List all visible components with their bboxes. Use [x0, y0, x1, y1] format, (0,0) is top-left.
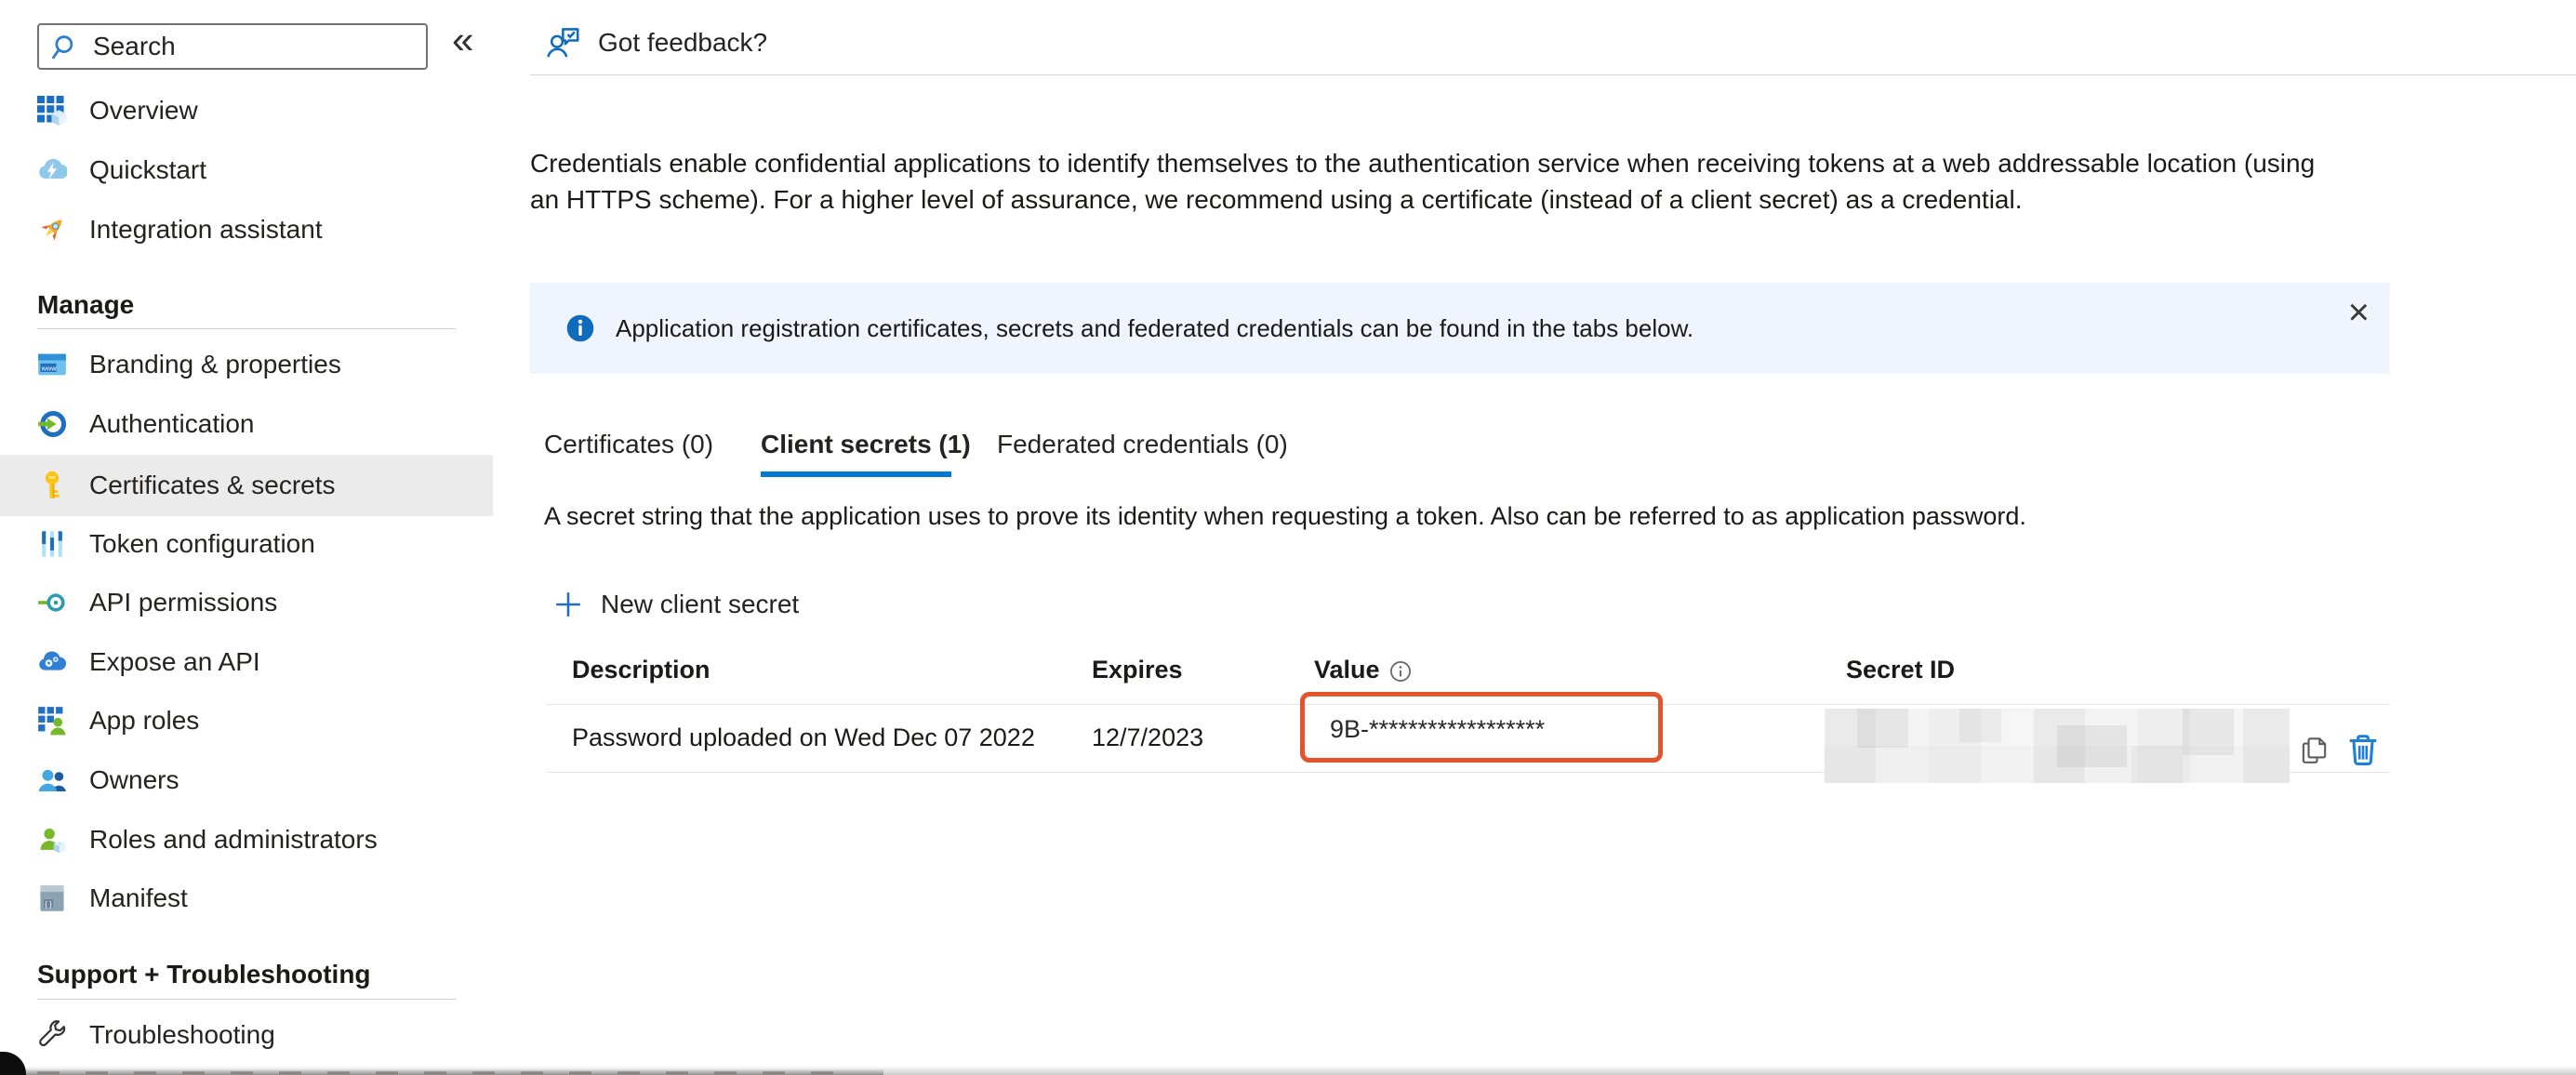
token-configuration-icon	[37, 529, 67, 559]
svg-text:www: www	[41, 364, 58, 372]
got-feedback-label: Got feedback?	[598, 28, 767, 58]
sidebar-item-label: Overview	[89, 96, 198, 126]
info-banner-text: Application registration certificates, s…	[616, 314, 1693, 343]
sidebar-item-quickstart[interactable]: Quickstart	[0, 140, 493, 200]
roles-administrators-icon	[37, 825, 67, 855]
sidebar-item-label: Branding & properties	[89, 350, 341, 379]
divider	[37, 999, 456, 1000]
tab-client-secrets[interactable]: Client secrets (1)	[761, 430, 971, 459]
info-banner: Application registration certificates, s…	[530, 283, 2390, 374]
got-feedback-link[interactable]: Got feedback?	[546, 22, 767, 63]
troubleshooting-icon	[37, 1020, 67, 1050]
sidebar-item-app-roles[interactable]: App roles	[0, 691, 493, 750]
copy-icon[interactable]	[2299, 735, 2330, 766]
client-secrets-description: A secret string that the application use…	[544, 502, 2026, 531]
sidebar-item-label: Quickstart	[89, 155, 206, 185]
key-icon	[37, 471, 67, 500]
sidebar-item-label: Token configuration	[89, 529, 315, 559]
sidebar-item-label: Expose an API	[89, 647, 260, 677]
column-header-value: Value	[1314, 656, 1412, 684]
sidebar-item-api-permissions[interactable]: API permissions	[0, 573, 493, 632]
sidebar-item-label: App roles	[89, 706, 199, 736]
value-info-icon[interactable]	[1389, 660, 1412, 683]
bottom-shadow-left	[0, 1068, 883, 1075]
plus-icon	[554, 591, 582, 618]
new-client-secret-button[interactable]: New client secret	[554, 582, 799, 627]
sidebar-item-label: Manifest	[89, 883, 188, 913]
delete-icon[interactable]	[2345, 732, 2381, 767]
sidebar-item-certificates-secrets[interactable]: Certificates & secrets	[0, 455, 493, 516]
column-header-secret-id: Secret ID	[1846, 656, 1955, 684]
owners-icon	[37, 765, 67, 795]
sidebar-section-manage: Manage	[37, 290, 134, 320]
feedback-icon	[546, 25, 581, 60]
sidebar-item-integration-assistant[interactable]: Integration assistant	[0, 200, 493, 259]
credentials-intro-text: Credentials enable confidential applicat…	[530, 145, 2316, 218]
sidebar-item-owners[interactable]: Owners	[0, 750, 493, 810]
secret-expires-cell: 12/7/2023	[1092, 704, 1203, 772]
sidebar-section-support: Support + Troubleshooting	[37, 960, 371, 989]
tab-federated-credentials[interactable]: Federated credentials (0)	[997, 430, 1288, 459]
close-icon[interactable]: ×	[2348, 294, 2370, 331]
divider	[530, 74, 2576, 75]
sidebar-item-label: Certificates & secrets	[89, 471, 336, 500]
sidebar-item-label: Integration assistant	[89, 215, 323, 245]
sidebar-item-overview[interactable]: Overview	[0, 81, 493, 140]
sidebar-item-label: Authentication	[89, 409, 254, 439]
sidebar-item-branding-properties[interactable]: www Branding & properties	[0, 335, 493, 394]
sidebar-item-label: Roles and administrators	[89, 825, 378, 855]
search-icon	[50, 33, 80, 62]
branding-icon: www	[37, 350, 67, 379]
divider	[37, 328, 456, 329]
active-tab-underline	[761, 471, 951, 477]
sidebar-item-manifest[interactable]: { } Manifest	[0, 869, 493, 928]
sidebar-item-troubleshooting[interactable]: Troubleshooting	[0, 1005, 493, 1065]
expose-api-icon	[37, 647, 67, 677]
api-permissions-icon	[37, 588, 67, 617]
info-icon	[565, 313, 595, 343]
integration-assistant-icon	[37, 215, 67, 245]
overview-icon	[37, 96, 67, 126]
svg-text:{ }: { }	[45, 900, 52, 909]
certificates-and-secrets-page: « Overview	[0, 0, 2576, 1075]
tab-certificates[interactable]: Certificates (0)	[544, 430, 713, 459]
sidebar-item-label: API permissions	[89, 588, 277, 617]
quickstart-icon	[37, 155, 67, 185]
sidebar-item-roles-administrators[interactable]: Roles and administrators	[0, 810, 493, 869]
sidebar-item-label: Owners	[89, 765, 179, 795]
search-field	[37, 23, 428, 70]
sidebar-item-authentication[interactable]: Authentication	[0, 394, 493, 454]
column-header-description: Description	[572, 656, 710, 684]
search-input[interactable]	[37, 23, 428, 70]
new-client-secret-label: New client secret	[601, 590, 799, 619]
sidebar-item-expose-an-api[interactable]: Expose an API	[0, 632, 493, 692]
sidebar-item-token-configuration[interactable]: Token configuration	[0, 514, 493, 574]
secret-description-cell: Password uploaded on Wed Dec 07 2022	[572, 704, 1035, 772]
column-header-expires: Expires	[1092, 656, 1183, 684]
authentication-icon	[37, 409, 67, 439]
sidebar-item-label: Troubleshooting	[89, 1020, 275, 1050]
manifest-icon: { }	[37, 883, 67, 913]
secret-value-highlight-box	[1300, 692, 1663, 763]
secret-id-redacted	[1825, 709, 2290, 783]
app-roles-icon	[37, 706, 67, 736]
collapse-sidebar-icon[interactable]: «	[452, 17, 473, 63]
